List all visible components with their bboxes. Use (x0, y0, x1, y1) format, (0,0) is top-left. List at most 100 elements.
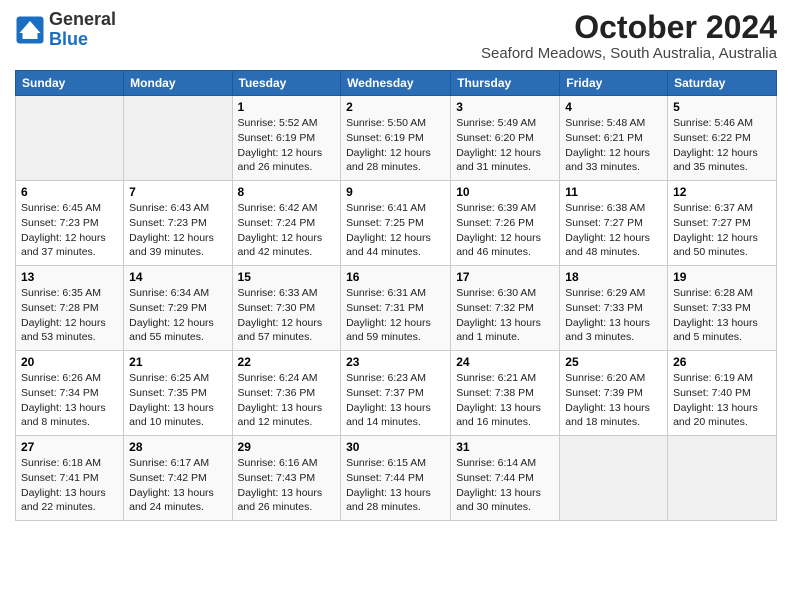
calendar-cell: 26 Sunrise: 6:19 AMSunset: 7:40 PMDayligh… (668, 351, 777, 436)
day-info: Sunrise: 5:48 AMSunset: 6:21 PMDaylight:… (565, 116, 662, 175)
day-number: 16 (346, 270, 445, 284)
day-number: 27 (21, 440, 118, 454)
calendar-cell: 15 Sunrise: 6:33 AMSunset: 7:30 PMDayligh… (232, 266, 341, 351)
calendar-week-4: 20 Sunrise: 6:26 AMSunset: 7:34 PMDayligh… (16, 351, 777, 436)
logo: General Blue (15, 10, 116, 50)
calendar-cell: 18 Sunrise: 6:29 AMSunset: 7:33 PMDayligh… (560, 266, 668, 351)
calendar-cell: 30 Sunrise: 6:15 AMSunset: 7:44 PMDayligh… (341, 436, 451, 521)
calendar-cell: 2 Sunrise: 5:50 AMSunset: 6:19 PMDaylight… (341, 96, 451, 181)
calendar-cell: 25 Sunrise: 6:20 AMSunset: 7:39 PMDayligh… (560, 351, 668, 436)
day-info: Sunrise: 5:46 AMSunset: 6:22 PMDaylight:… (673, 116, 771, 175)
day-info: Sunrise: 6:43 AMSunset: 7:23 PMDaylight:… (129, 201, 226, 260)
day-number: 6 (21, 185, 118, 199)
day-info: Sunrise: 6:45 AMSunset: 7:23 PMDaylight:… (21, 201, 118, 260)
column-header-wednesday: Wednesday (341, 71, 451, 96)
calendar-week-1: 1Sunrise: 5:52 AMSunset: 6:19 PMDaylight… (16, 96, 777, 181)
calendar-cell: 17Sunrise: 6:30 AMSunset: 7:32 PMDayligh… (451, 266, 560, 351)
calendar-cell: 11Sunrise: 6:38 AMSunset: 7:27 PMDayligh… (560, 181, 668, 266)
day-info: Sunrise: 6:28 AMSunset: 7:33 PMDaylight:… (673, 286, 771, 345)
day-info: Sunrise: 6:31 AMSunset: 7:31 PMDaylight:… (346, 286, 445, 345)
calendar-cell: 31Sunrise: 6:14 AMSunset: 7:44 PMDayligh… (451, 436, 560, 521)
calendar-week-2: 6 Sunrise: 6:45 AMSunset: 7:23 PMDaylight… (16, 181, 777, 266)
calendar-cell: 12 Sunrise: 6:37 AMSunset: 7:27 PMDayligh… (668, 181, 777, 266)
column-header-sunday: Sunday (16, 71, 124, 96)
day-info: Sunrise: 6:19 AMSunset: 7:40 PMDaylight:… (673, 371, 771, 430)
day-info: Sunrise: 6:14 AMSunset: 7:44 PMDaylight:… (456, 456, 554, 515)
day-info: Sunrise: 6:17 AMSunset: 7:42 PMDaylight:… (129, 456, 226, 515)
day-info: Sunrise: 6:34 AMSunset: 7:29 PMDaylight:… (129, 286, 226, 345)
day-number: 15 (238, 270, 336, 284)
day-number: 19 (673, 270, 771, 284)
day-number: 12 (673, 185, 771, 199)
column-header-tuesday: Tuesday (232, 71, 341, 96)
day-number: 7 (129, 185, 226, 199)
day-number: 25 (565, 355, 662, 369)
calendar-cell (124, 96, 232, 181)
calendar-cell: 5 Sunrise: 5:46 AMSunset: 6:22 PMDaylight… (668, 96, 777, 181)
day-number: 26 (673, 355, 771, 369)
day-info: Sunrise: 6:29 AMSunset: 7:33 PMDaylight:… (565, 286, 662, 345)
calendar-cell: 22Sunrise: 6:24 AMSunset: 7:36 PMDayligh… (232, 351, 341, 436)
day-info: Sunrise: 6:23 AMSunset: 7:37 PMDaylight:… (346, 371, 445, 430)
calendar-week-5: 27Sunrise: 6:18 AMSunset: 7:41 PMDayligh… (16, 436, 777, 521)
day-info: Sunrise: 6:20 AMSunset: 7:39 PMDaylight:… (565, 371, 662, 430)
day-number: 5 (673, 100, 771, 114)
day-number: 21 (129, 355, 226, 369)
calendar-cell: 28 Sunrise: 6:17 AMSunset: 7:42 PMDayligh… (124, 436, 232, 521)
page-header: General Blue October 2024 Seaford Meadow… (15, 10, 777, 62)
column-header-friday: Friday (560, 71, 668, 96)
day-number: 30 (346, 440, 445, 454)
day-number: 18 (565, 270, 662, 284)
calendar-cell: 1Sunrise: 5:52 AMSunset: 6:19 PMDaylight… (232, 96, 341, 181)
logo-general-text: General (49, 9, 116, 29)
calendar-cell: 3 Sunrise: 5:49 AMSunset: 6:20 PMDaylight… (451, 96, 560, 181)
title-block: October 2024 Seaford Meadows, South Aust… (481, 10, 777, 62)
column-header-monday: Monday (124, 71, 232, 96)
column-header-thursday: Thursday (451, 71, 560, 96)
day-number: 20 (21, 355, 118, 369)
logo-text: General Blue (49, 10, 116, 50)
calendar-cell: 7 Sunrise: 6:43 AMSunset: 7:23 PMDaylight… (124, 181, 232, 266)
calendar-cell: 29 Sunrise: 6:16 AMSunset: 7:43 PMDayligh… (232, 436, 341, 521)
day-info: Sunrise: 6:25 AMSunset: 7:35 PMDaylight:… (129, 371, 226, 430)
day-info: Sunrise: 6:37 AMSunset: 7:27 PMDaylight:… (673, 201, 771, 260)
location-subtitle: Seaford Meadows, South Australia, Austra… (481, 45, 777, 62)
day-number: 1 (238, 100, 336, 114)
day-number: 17 (456, 270, 554, 284)
day-number: 28 (129, 440, 226, 454)
day-info: Sunrise: 6:24 AMSunset: 7:36 PMDaylight:… (238, 371, 336, 430)
day-info: Sunrise: 5:50 AMSunset: 6:19 PMDaylight:… (346, 116, 445, 175)
calendar-cell (668, 436, 777, 521)
calendar-cell: 23 Sunrise: 6:23 AMSunset: 7:37 PMDayligh… (341, 351, 451, 436)
calendar-table: SundayMondayTuesdayWednesdayThursdayFrid… (15, 70, 777, 521)
calendar-cell: 8Sunrise: 6:42 AMSunset: 7:24 PMDaylight… (232, 181, 341, 266)
day-number: 3 (456, 100, 554, 114)
day-number: 13 (21, 270, 118, 284)
calendar-cell: 27Sunrise: 6:18 AMSunset: 7:41 PMDayligh… (16, 436, 124, 521)
day-number: 29 (238, 440, 336, 454)
day-info: Sunrise: 6:26 AMSunset: 7:34 PMDaylight:… (21, 371, 118, 430)
calendar-cell: 10Sunrise: 6:39 AMSunset: 7:26 PMDayligh… (451, 181, 560, 266)
day-info: Sunrise: 6:16 AMSunset: 7:43 PMDaylight:… (238, 456, 336, 515)
calendar-cell: 20 Sunrise: 6:26 AMSunset: 7:34 PMDayligh… (16, 351, 124, 436)
day-info: Sunrise: 6:41 AMSunset: 7:25 PMDaylight:… (346, 201, 445, 260)
calendar-cell: 19 Sunrise: 6:28 AMSunset: 7:33 PMDayligh… (668, 266, 777, 351)
calendar-cell (560, 436, 668, 521)
day-info: Sunrise: 5:49 AMSunset: 6:20 PMDaylight:… (456, 116, 554, 175)
day-info: Sunrise: 6:39 AMSunset: 7:26 PMDaylight:… (456, 201, 554, 260)
calendar-cell: 13 Sunrise: 6:35 AMSunset: 7:28 PMDayligh… (16, 266, 124, 351)
day-info: Sunrise: 6:35 AMSunset: 7:28 PMDaylight:… (21, 286, 118, 345)
calendar-cell: 21 Sunrise: 6:25 AMSunset: 7:35 PMDayligh… (124, 351, 232, 436)
day-info: Sunrise: 6:42 AMSunset: 7:24 PMDaylight:… (238, 201, 336, 260)
day-number: 9 (346, 185, 445, 199)
calendar-cell: 6 Sunrise: 6:45 AMSunset: 7:23 PMDaylight… (16, 181, 124, 266)
day-number: 24 (456, 355, 554, 369)
logo-blue-text: Blue (49, 29, 88, 49)
day-info: Sunrise: 6:15 AMSunset: 7:44 PMDaylight:… (346, 456, 445, 515)
day-info: Sunrise: 6:33 AMSunset: 7:30 PMDaylight:… (238, 286, 336, 345)
calendar-week-3: 13 Sunrise: 6:35 AMSunset: 7:28 PMDayligh… (16, 266, 777, 351)
day-info: Sunrise: 6:21 AMSunset: 7:38 PMDaylight:… (456, 371, 554, 430)
day-number: 23 (346, 355, 445, 369)
logo-icon (15, 15, 45, 45)
day-number: 2 (346, 100, 445, 114)
